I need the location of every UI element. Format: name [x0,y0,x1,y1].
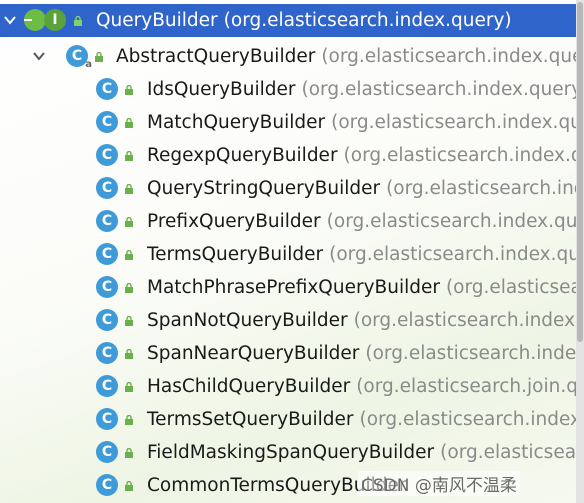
class-icon: C [96,276,118,298]
package-name: (org.elasticsearch.index.query) [223,10,512,31]
class-icon: C [96,177,118,199]
lock-icon [125,382,133,392]
class-icon: C [96,474,118,496]
package-name: (org.elasticsearch.index [365,343,584,364]
vertical-scrollbar[interactable] [576,0,584,503]
class-name: QueryStringQueryBuilder [147,178,381,199]
lock-icon [125,283,133,293]
tree-row-child[interactable]: C RegexpQueryBuilder (org.elasticsearch.in… [0,139,584,172]
lock-icon [125,217,133,227]
lock-icon [125,151,133,161]
class-name: PrefixQueryBuilder [147,211,321,232]
expand-arrow-icon[interactable] [3,13,17,27]
tree-row-child[interactable]: C FieldMaskingSpanQueryBuilder (org.elasti… [0,436,584,469]
lock-icon [125,349,133,359]
lock-icon [125,316,133,326]
tree-row-child[interactable]: C QueryStringQueryBuilder (org.elasticsear… [0,172,584,205]
tree-row-child[interactable]: C TermsQueryBuilder (org.elasticsearch.ind… [0,238,584,271]
package-name: (org.elasticsearch.index.query [321,46,584,67]
package-name: (org.elasticsear [445,277,584,298]
tree-row-child[interactable]: C TermsSetQueryBuilder (org.elasticsearch.… [0,403,584,436]
type-hierarchy-tree: I QueryBuilder (org.elasticsearch.index.q… [0,0,584,503]
package-name: (org.elasticsearch.index. [359,409,584,430]
tree-row-parent[interactable]: Ca AbstractQueryBuilder (org.elasticsearc… [0,40,584,73]
class-name: TermsSetQueryBuilder [147,409,354,430]
class-name: TermsQueryBuilder [147,244,324,265]
package-name: (org.elasticsearch.index.query) [301,79,584,100]
class-name: QueryBuilder [96,10,218,31]
navigate-arrow-icon [24,9,46,31]
class-icon: C [96,309,118,331]
tree-row-child[interactable]: C SpanNearQueryBuilder (org.elasticsearch.… [0,337,584,370]
lock-icon [95,52,103,62]
scrollbar-thumb[interactable] [577,2,583,342]
tree-row-child[interactable]: C IdsQueryBuilder (org.elasticsearch.index… [0,73,584,106]
tree-row-child[interactable]: C MatchPhrasePrefixQueryBuilder (org.elast… [0,271,584,304]
expand-arrow-icon[interactable] [32,49,46,63]
class-icon: C [96,342,118,364]
lock-icon [125,415,133,425]
class-icon: C [96,144,118,166]
package-name: (org.elasticsearc [440,442,584,463]
lock-icon [125,481,133,491]
class-icon: C [96,243,118,265]
package-name: (org.elasticsearch.index.que [331,112,584,133]
class-name: SpanNotQueryBuilder [147,310,348,331]
class-name: MatchPhrasePrefixQueryBuilder [147,277,440,298]
class-name: FieldMaskingSpanQueryBuilder [147,442,435,463]
class-name: MatchQueryBuilder [147,112,326,133]
lock-icon [125,448,133,458]
class-icon: C [96,111,118,133]
lock-icon [125,184,133,194]
lock-icon [125,250,133,260]
package-name: (org.elasticsearch.join.qu [356,376,584,397]
abstract-class-icon: Ca [66,45,92,70]
class-icon: C [96,210,118,232]
class-icon: C [96,408,118,430]
class-name: AbstractQueryBuilder [116,46,316,67]
tree-row-child[interactable]: C HasChildQueryBuilder (org.elasticsearch.… [0,370,584,403]
class-icon: C [96,441,118,463]
package-name: (org.elasticsearch.index.que [326,211,584,232]
class-icon: C [96,375,118,397]
lock-icon [74,16,82,26]
watermark: CSDN @南风不温柔 [358,471,520,496]
class-name: SpanNearQueryBuilder [147,343,360,364]
class-icon: C [96,78,118,100]
class-name: RegexpQueryBuilder [147,145,338,166]
tree-row-root[interactable]: I QueryBuilder (org.elasticsearch.index.q… [0,4,584,37]
package-name: (org.elasticsearch.index.qu [343,145,584,166]
tree-row-child[interactable]: C MatchQueryBuilder (org.elasticsearch.ind… [0,106,584,139]
package-name: (org.elasticsearch.ind [386,178,584,199]
package-name: (org.elasticsearch.index.que [329,244,584,265]
tree-row-child[interactable]: C PrefixQueryBuilder (org.elasticsearch.in… [0,205,584,238]
lock-icon [125,118,133,128]
lock-icon [125,85,133,95]
class-name: HasChildQueryBuilder [147,376,351,397]
package-name: (org.elasticsearch.index.q [353,310,584,331]
class-name: IdsQueryBuilder [147,79,296,100]
tree-row-child[interactable]: C SpanNotQueryBuilder (org.elasticsearch.i… [0,304,584,337]
interface-icon: I [44,9,66,31]
